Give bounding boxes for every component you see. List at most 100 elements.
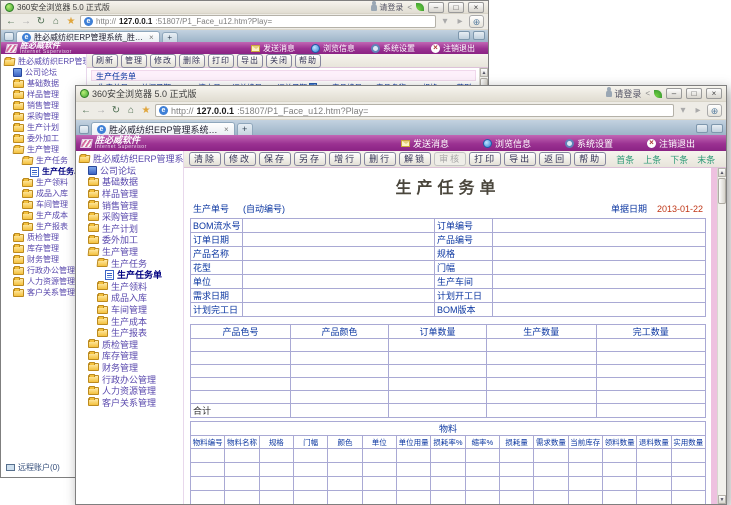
nav-tree-item[interactable]: 生产报表 — [76, 327, 183, 339]
collapse-icon[interactable]: < — [407, 3, 412, 12]
toolbar-button[interactable]: 帮助 — [295, 54, 321, 68]
field-input[interactable] — [243, 233, 435, 247]
nav-tree-item[interactable]: 生产领料 — [1, 177, 86, 188]
cell[interactable] — [465, 463, 499, 477]
nav-tree-item[interactable]: 生产领料 — [76, 281, 183, 293]
maximize-button[interactable]: □ — [448, 2, 464, 13]
scroll-down-icon[interactable]: ▼ — [718, 495, 726, 504]
tab-close-icon[interactable]: × — [224, 125, 229, 134]
record-nav-link[interactable]: 末条 — [697, 153, 715, 166]
cell[interactable] — [291, 339, 389, 352]
toolbar-button[interactable]: 关闭 — [266, 54, 292, 68]
cell[interactable] — [568, 463, 602, 477]
nav-tree-item[interactable]: 采购管理 — [1, 111, 86, 122]
field-input[interactable] — [493, 261, 706, 275]
appbar-link[interactable]: 浏览信息 — [311, 43, 355, 54]
cell[interactable] — [568, 449, 602, 463]
cell[interactable] — [191, 463, 225, 477]
cell[interactable] — [225, 449, 259, 463]
cell[interactable] — [637, 449, 671, 463]
toolbar-button[interactable]: 修改 — [150, 54, 176, 68]
cell[interactable] — [487, 339, 597, 352]
field-input[interactable] — [493, 233, 706, 247]
field-input[interactable] — [243, 247, 435, 261]
nav-tree-item[interactable]: 生产任务单 — [76, 269, 183, 281]
cell[interactable] — [389, 352, 487, 365]
nav-tree-item[interactable]: 基础数据 — [1, 78, 86, 89]
nav-tree-item[interactable]: 人力资源管理 — [1, 276, 86, 287]
cell[interactable] — [431, 477, 465, 491]
nav-tree-item[interactable]: 生产任务 — [1, 155, 86, 166]
cell[interactable] — [328, 463, 362, 477]
nav-tree-item[interactable]: 库存管理 — [1, 243, 86, 254]
close-button[interactable]: × — [706, 88, 722, 99]
toolbar-button[interactable]: 管理 — [121, 54, 147, 68]
cell[interactable] — [191, 365, 291, 378]
new-tab-button[interactable]: + — [237, 123, 253, 135]
field-input[interactable] — [493, 219, 706, 233]
nav-tree-item[interactable]: 客户关系管理 — [1, 287, 86, 298]
toolbar-button[interactable]: 增行 — [329, 152, 361, 166]
toolbar-button[interactable]: 打印 — [469, 152, 501, 166]
toolbar-button[interactable]: 导出 — [237, 54, 263, 68]
login-link[interactable]: 请登录 — [371, 2, 403, 13]
field-input[interactable] — [243, 303, 435, 317]
cell[interactable] — [293, 491, 327, 505]
cell[interactable] — [431, 491, 465, 505]
cell[interactable] — [499, 463, 533, 477]
scrollbar-thumb[interactable] — [718, 178, 726, 204]
cell[interactable] — [671, 491, 705, 505]
nav-tree-item[interactable]: 行政办公管理 — [76, 373, 183, 385]
cell[interactable] — [499, 449, 533, 463]
cell[interactable] — [596, 391, 706, 404]
cell[interactable] — [465, 477, 499, 491]
url-dropdown-icon[interactable]: ▾ — [439, 16, 451, 28]
cell[interactable] — [568, 491, 602, 505]
cell[interactable] — [191, 352, 291, 365]
field-input[interactable] — [493, 247, 706, 261]
toolbar-button[interactable]: 解锁 — [399, 152, 431, 166]
cell[interactable] — [362, 463, 396, 477]
cell[interactable] — [389, 365, 487, 378]
tab-menu-icon[interactable] — [473, 31, 485, 40]
nav-tree-item[interactable]: 生产管理 — [76, 246, 183, 258]
cell[interactable] — [362, 491, 396, 505]
nav-tree-item[interactable]: 销售管理 — [76, 199, 183, 211]
toolbar-button[interactable]: 删行 — [364, 152, 396, 166]
cell[interactable] — [499, 477, 533, 491]
nav-tree-item[interactable]: 质检管理 — [76, 339, 183, 351]
cell[interactable] — [671, 477, 705, 491]
cell[interactable] — [596, 378, 706, 391]
url-field[interactable]: http:// 127.0.0.1 :51807/P1_Face_u12.htm… — [155, 104, 674, 117]
restore-session-icon[interactable] — [458, 31, 470, 40]
appbar-link[interactable]: 发送消息 — [251, 43, 295, 54]
field-input[interactable] — [243, 275, 435, 289]
scrollbar-track[interactable] — [718, 205, 726, 495]
nav-tree-item[interactable]: 库存管理 — [76, 350, 183, 362]
nav-tree-item[interactable]: 人力资源管理 — [76, 385, 183, 397]
cell[interactable] — [191, 491, 225, 505]
cell[interactable] — [191, 477, 225, 491]
close-button[interactable]: × — [468, 2, 484, 13]
nav-tree-item[interactable]: 车间管理 — [1, 199, 86, 210]
tab-list-icon[interactable] — [4, 32, 14, 41]
cell[interactable] — [362, 477, 396, 491]
minimize-button[interactable]: – — [666, 88, 682, 99]
cell[interactable] — [328, 449, 362, 463]
appbar-link[interactable]: 系统设置 — [371, 43, 415, 54]
nav-tree-item[interactable]: 生产计划 — [76, 223, 183, 235]
go-icon[interactable]: ▸ — [692, 105, 704, 117]
nav-tree-item[interactable]: 委外加工 — [1, 133, 86, 144]
cell[interactable] — [225, 491, 259, 505]
cell[interactable] — [291, 378, 389, 391]
cell[interactable] — [534, 477, 568, 491]
cell[interactable] — [362, 449, 396, 463]
cell[interactable] — [291, 391, 389, 404]
cell[interactable] — [671, 449, 705, 463]
nav-tree-item[interactable]: 胜必威纺织ERP管理系统 — [76, 153, 183, 165]
nav-tree-item[interactable]: 生产报表 — [1, 221, 86, 232]
record-nav-link[interactable]: 下条 — [670, 153, 688, 166]
cell[interactable] — [487, 391, 597, 404]
cell[interactable] — [293, 463, 327, 477]
nav-tree-item[interactable]: 胜必威纺织ERP管理系统 — [1, 56, 86, 67]
